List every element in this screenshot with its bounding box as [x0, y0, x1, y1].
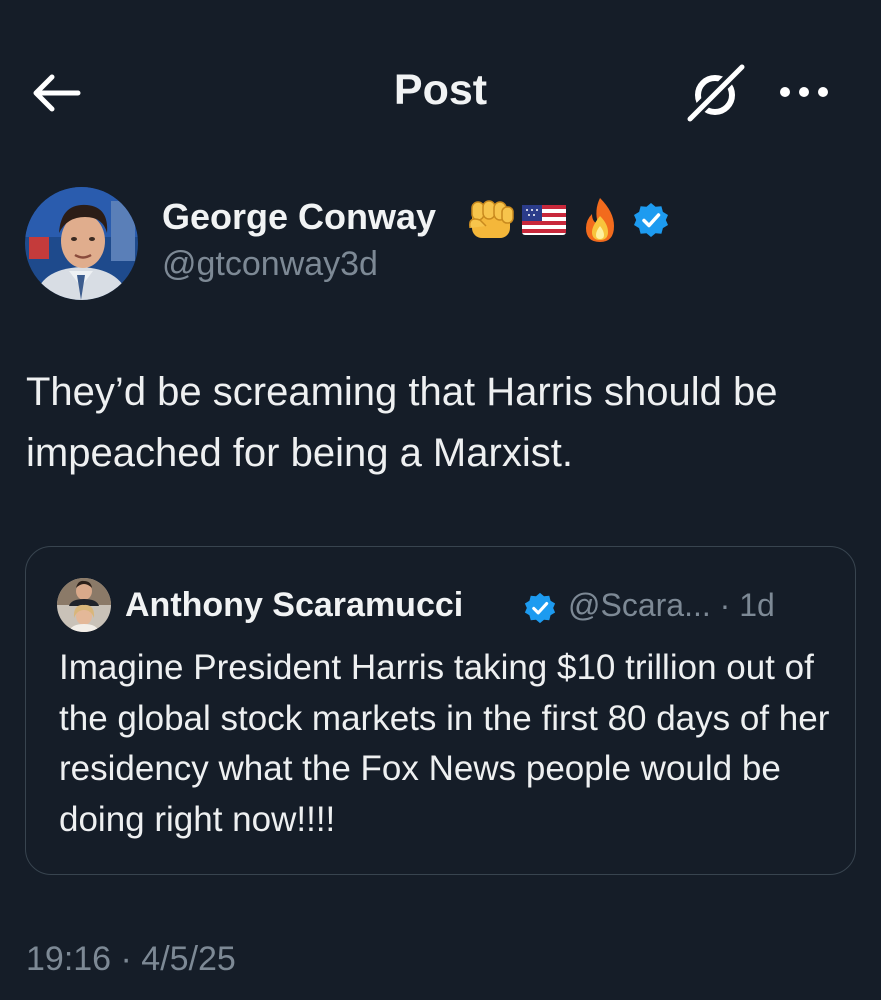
grok-button[interactable]: [683, 59, 749, 125]
author-name[interactable]: George Conway: [162, 196, 436, 238]
fist-emoji-icon: [466, 198, 516, 247]
quoted-author-name: Anthony Scaramucci: [125, 586, 464, 624]
author-handle[interactable]: @gtconway3d: [162, 245, 378, 284]
quoted-handle-time: @Scara... · 1d: [568, 587, 775, 623]
quoted-author-avatar[interactable]: [57, 578, 111, 632]
quoted-avatar-photo: [57, 578, 111, 632]
avatar-photo: [25, 187, 138, 300]
top-bar: Post: [0, 0, 881, 180]
more-options-button[interactable]: [776, 80, 832, 104]
grok-icon: [683, 59, 749, 125]
fire-emoji-icon: [578, 196, 622, 249]
post-timestamp: 19:16 · 4/5/25: [26, 940, 236, 978]
more-horizontal-icon: [780, 87, 828, 97]
author-avatar[interactable]: [25, 187, 138, 300]
post-text: They’d be screaming that Harris should b…: [26, 370, 778, 475]
us-flag-emoji-icon: [521, 203, 567, 242]
post-detail-screen: Post George Conway @gtconway3d They’d be…: [0, 0, 881, 1000]
page-title: Post: [393, 66, 488, 114]
quoted-post-card[interactable]: Anthony Scaramucci @Scara... · 1d Imagin…: [25, 546, 856, 875]
verified-badge-icon: [524, 592, 556, 629]
verified-badge-icon: [633, 202, 669, 243]
quoted-post-text: Imagine President Harris taking $10 tril…: [59, 648, 830, 839]
